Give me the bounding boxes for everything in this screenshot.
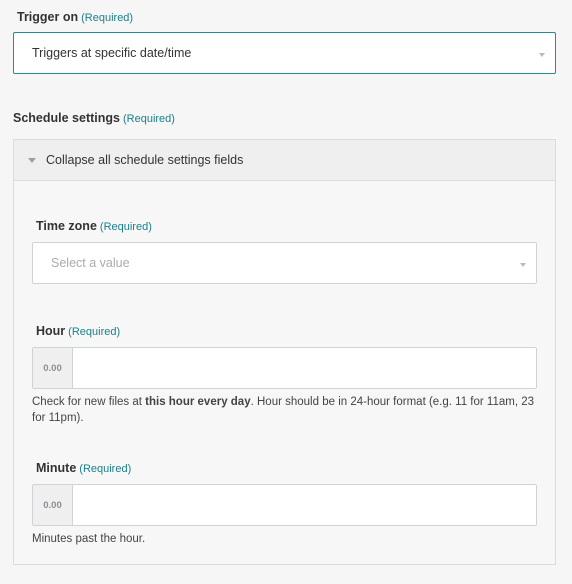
- required-tag: (Required): [68, 326, 121, 338]
- required-tag: (Required): [79, 463, 132, 475]
- minute-label-row: Minute (Required): [36, 461, 131, 475]
- time-zone-label-row: Time zone (Required): [36, 219, 152, 233]
- chevron-down-icon: [520, 263, 526, 267]
- number-type-badge: 0.00: [33, 348, 73, 388]
- minute-label: Minute: [36, 461, 77, 475]
- time-zone-placeholder: Select a value: [51, 256, 130, 270]
- required-tag: (Required): [99, 221, 152, 233]
- required-tag: (Required): [122, 113, 175, 125]
- hour-input[interactable]: [73, 348, 536, 388]
- minute-help-text: Minutes past the hour.: [32, 533, 146, 545]
- caret-down-icon: [28, 158, 36, 163]
- hour-label: Hour: [36, 324, 66, 338]
- trigger-on-value: Triggers at specific date/time: [32, 46, 192, 60]
- time-zone-select[interactable]: Select a value: [32, 242, 537, 284]
- schedule-settings-label-row: Schedule settings (Required): [13, 111, 175, 125]
- collapse-schedule-fields-toggle[interactable]: Collapse all schedule settings fields: [14, 140, 555, 181]
- trigger-on-label-row: Trigger on (Required): [17, 10, 133, 24]
- hour-help-text: Check for new files at this hour every d…: [32, 394, 542, 426]
- time-zone-label: Time zone: [36, 219, 97, 233]
- hour-label-row: Hour (Required): [36, 324, 120, 338]
- required-tag: (Required): [81, 12, 134, 24]
- hour-help-pre: Check for new files at: [32, 396, 146, 408]
- number-type-badge: 0.00: [33, 485, 73, 525]
- collapse-label: Collapse all schedule settings fields: [46, 153, 244, 167]
- minute-input[interactable]: [73, 485, 536, 525]
- schedule-settings-label: Schedule settings: [13, 111, 120, 125]
- hour-help-bold: this hour every day: [145, 396, 251, 408]
- trigger-on-select[interactable]: Triggers at specific date/time: [13, 32, 556, 74]
- chevron-down-icon: [539, 53, 545, 57]
- trigger-on-label: Trigger on: [17, 10, 79, 24]
- hour-field: 0.00: [32, 347, 537, 389]
- minute-field: 0.00: [32, 484, 537, 526]
